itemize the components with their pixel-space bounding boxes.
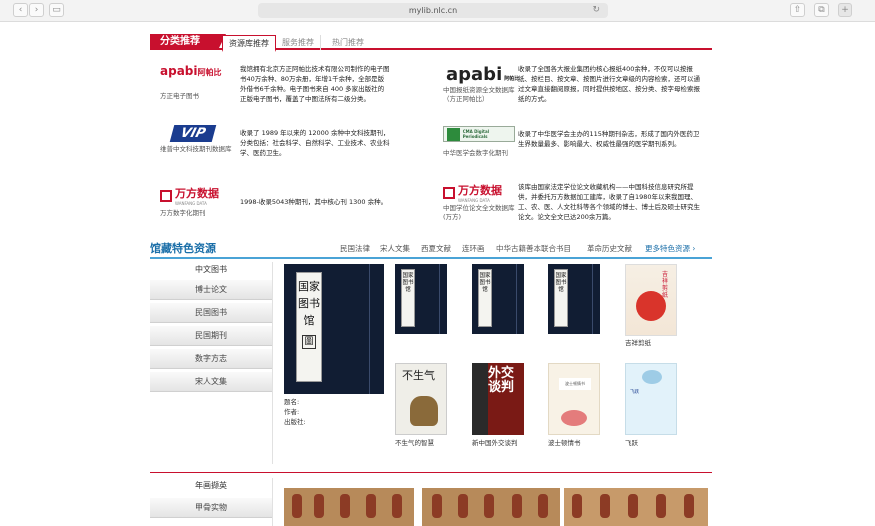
tabs-icon[interactable]: ⧉ xyxy=(814,3,829,17)
database-item[interactable]: apabi 阿帕比 中国报纸资源全文数据库（方正阿帕比） 收录了全国各大报业集团约… xyxy=(443,64,703,109)
new-year-print-image[interactable] xyxy=(422,488,560,526)
book-cover[interactable]: 吉祥剪纸 xyxy=(625,264,677,336)
new-tab-icon[interactable]: + xyxy=(838,3,852,17)
new-year-print-image[interactable] xyxy=(284,488,414,526)
divider xyxy=(272,262,273,464)
divider xyxy=(150,472,712,473)
share-icon[interactable]: ⇧ xyxy=(790,3,805,17)
back-icon[interactable]: ‹ xyxy=(13,3,28,17)
apabi-logo: apabi阿帕比 xyxy=(446,64,520,85)
url-text: mylib.nlc.cn xyxy=(408,6,458,15)
database-desc: 收录了 1989 年以来的 12000 余种中文科技期刊，分类包括：社会科学、自… xyxy=(240,129,390,157)
tab-resource-recommend[interactable]: 资源库推荐 xyxy=(222,35,276,52)
database-item[interactable]: apabi阿帕比 方正电子图书 我馆拥有北京方正阿帕比技术有限公司制作的电子图书… xyxy=(160,64,390,109)
special-link[interactable]: 革命历史文献 xyxy=(587,243,632,254)
database-name[interactable]: 方正电子图书 xyxy=(160,92,199,101)
browser-toolbar: ‹ › ▭ mylib.nlc.cn ↻ ⇧ ⧉ + xyxy=(0,0,875,22)
database-desc: 1998-收录5043种期刊，其中核心刊 1300 余种。 xyxy=(240,198,388,206)
book-cover[interactable]: 国家图书馆 xyxy=(395,264,447,334)
tab-service-recommend[interactable]: 服务推荐 xyxy=(276,35,321,50)
book-caption[interactable]: 不生气的智慧 xyxy=(395,437,434,447)
database-item[interactable]: 万方数据 WANFANG DATA 万方数字化期刊 1998-收录5043种期刊，… xyxy=(160,185,390,225)
sidebar-item-republic-books[interactable]: 民国图书 xyxy=(150,303,272,323)
forward-icon[interactable]: › xyxy=(29,3,44,17)
database-item[interactable]: VIP 维普中文科技期刊数据库 收录了 1989 年以来的 12000 余种中文… xyxy=(160,125,390,165)
database-name[interactable]: 中华医学会数字化期刊 xyxy=(443,149,508,158)
special-link[interactable]: 连环画 xyxy=(462,243,485,254)
sidebar-item-new-year-prints[interactable]: 年画撷英 xyxy=(150,478,272,494)
sidebar-item-chinese-books[interactable]: 中文图书 xyxy=(150,262,272,278)
sidebar-toggle-icon[interactable]: ▭ xyxy=(49,3,64,17)
apabi-logo: apabi阿帕比 xyxy=(160,64,222,78)
book-cover[interactable]: 外交谈判 xyxy=(472,363,524,435)
tab-hot-recommend[interactable]: 热门推荐 xyxy=(326,35,370,50)
divider xyxy=(150,257,712,259)
special-link[interactable]: 宋人文集 xyxy=(380,243,410,254)
book-caption[interactable]: 飞跃 xyxy=(625,437,638,447)
address-bar[interactable]: mylib.nlc.cn ↻ xyxy=(258,3,608,18)
book-cover[interactable]: 飞跃 xyxy=(625,363,677,435)
more-special-resources-link[interactable]: 更多特色资源 › xyxy=(645,243,695,254)
new-year-print-image[interactable] xyxy=(564,488,708,526)
category-tab-bar: 分类推荐 资源库推荐 服务推荐 热门推荐 xyxy=(150,34,712,52)
database-name[interactable]: 万方数字化期刊 xyxy=(160,209,206,218)
meta-author: 作者: xyxy=(284,408,300,416)
sidebar-item-phd-theses[interactable]: 博士论文 xyxy=(150,280,272,300)
database-desc: 我馆拥有北京方正阿帕比技术有限公司制作的电子图书40万余种、80万余册，年增1千… xyxy=(240,65,390,103)
special-resources-title: 馆藏特色资源 xyxy=(150,242,216,255)
featured-book-cover[interactable]: 国家图书馆 圖 xyxy=(284,264,384,394)
database-item[interactable]: 万方数据 WANFANG DATA 中国学位论文全文数据库(万方) 该库由国家法定… xyxy=(443,182,703,232)
divider xyxy=(272,478,273,526)
wanfang-logo: 万方数据 WANFANG DATA xyxy=(443,182,502,203)
book-cover[interactable]: 国家图书馆 xyxy=(548,264,600,334)
category-badge: 分类推荐 xyxy=(150,34,226,50)
meta-publisher: 出版社: xyxy=(284,418,306,426)
database-desc: 收录了中华医学会主办的115种期刊杂志，形成了国内外医药卫生界数量最多、影响最大… xyxy=(518,130,700,148)
reload-icon[interactable]: ↻ xyxy=(592,3,600,18)
database-name[interactable]: 中国学位论文全文数据库(万方) xyxy=(443,204,518,222)
vip-logo: VIP xyxy=(169,125,217,142)
book-cover[interactable]: 国家图书馆 xyxy=(472,264,524,334)
special-link[interactable]: 民国法律 xyxy=(340,243,370,254)
database-desc: 该库由国家法定学位论文收藏机构——中国科技信息研究所提供，并委托万方数据加工建库… xyxy=(518,183,700,221)
meta-title: 题名: xyxy=(284,398,300,406)
book-caption[interactable]: 吉祥剪纸 xyxy=(625,337,651,347)
special-link[interactable]: 中华古籍善本联合书目 xyxy=(496,243,571,254)
book-title-label: 国家图书馆 圖 xyxy=(296,272,322,382)
special-link[interactable]: 西夏文献 xyxy=(421,243,451,254)
seal-icon: 圖 xyxy=(302,335,316,349)
sidebar-item-republic-journals[interactable]: 民国期刊 xyxy=(150,326,272,346)
database-desc: 收录了全国各大报业集团约核心报纸400余种，不仅可以按报纸、按栏目、按文章、按图… xyxy=(518,65,700,103)
book-cover[interactable]: 不生气 xyxy=(395,363,447,435)
book-cover[interactable]: 波士顿情书 xyxy=(548,363,600,435)
sidebar-item-song-collections[interactable]: 宋人文集 xyxy=(150,372,272,392)
wanfang-logo: 万方数据 WANFANG DATA xyxy=(160,185,219,206)
database-name[interactable]: 中国报纸资源全文数据库（方正阿帕比） xyxy=(443,86,515,104)
book-caption[interactable]: 新中国外交谈判 xyxy=(472,437,518,447)
database-item[interactable]: CMA Digital Periodicals 中华医学会数字化期刊 收录了中华… xyxy=(443,126,703,161)
cma-logo: CMA Digital Periodicals xyxy=(443,126,515,142)
sidebar-item-digital-gazetteers[interactable]: 数字方志 xyxy=(150,349,272,369)
book-caption[interactable]: 波士顿情书 xyxy=(548,437,581,447)
database-name[interactable]: 维普中文科技期刊数据库 xyxy=(160,145,232,154)
sidebar-item-oracle-bones[interactable]: 甲骨实物 xyxy=(150,498,272,518)
